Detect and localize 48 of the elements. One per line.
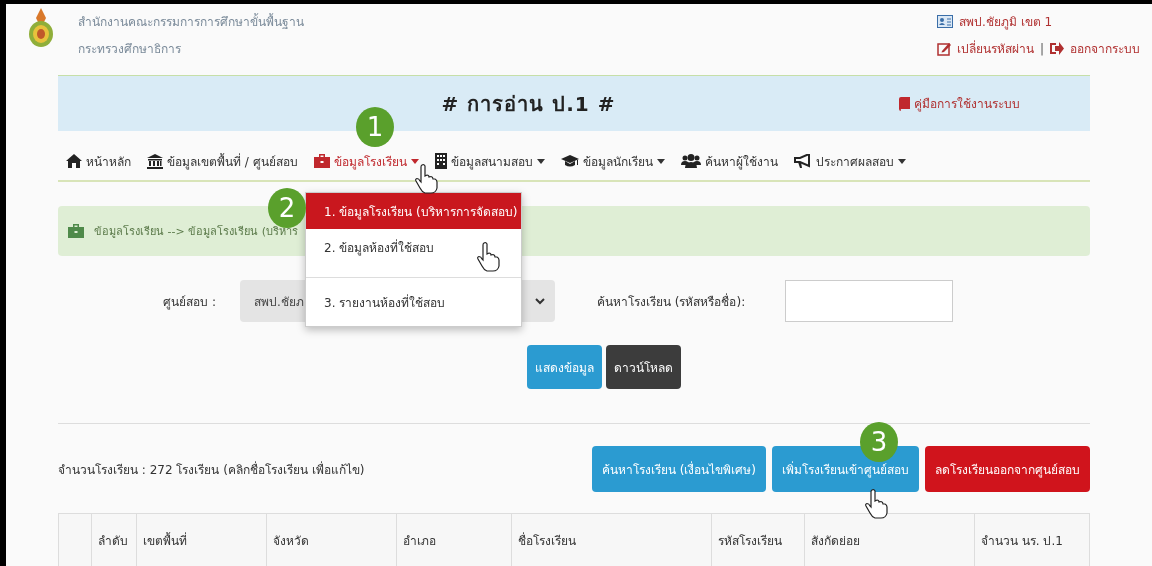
step-number: 3 xyxy=(860,422,898,462)
book-icon xyxy=(899,96,910,111)
nav-item[interactable]: ข้อมูลเขตพื้นที่ / ศูนย์สอบ xyxy=(147,151,298,171)
table-header-cell: รหัสโรงเรียน xyxy=(711,514,804,566)
manual-link[interactable]: คู่มือการใช้งานระบบ xyxy=(899,94,1020,113)
table-header-cell: จำนวน นร. ป.1 xyxy=(974,514,1091,566)
action-button[interactable]: ลดโรงเรียนออกจากศูนย์สอบ xyxy=(925,446,1090,492)
field-label: ศูนย์สอบ : xyxy=(162,293,216,311)
building-icon xyxy=(434,153,447,169)
logout-link[interactable]: ออกจากระบบ xyxy=(1070,39,1140,58)
chevron-down-icon xyxy=(535,297,545,305)
house-icon xyxy=(66,154,82,168)
nav-item[interactable]: ค้นหาผู้ใช้งาน xyxy=(680,151,778,171)
download-button[interactable]: ดาวน์โหลด xyxy=(606,345,681,389)
columns-building-icon xyxy=(147,153,163,169)
organization-name: กระทรวงศึกษาธิการ xyxy=(78,41,182,58)
hand-cursor-icon xyxy=(476,242,500,272)
table-header-cell: จังหวัด xyxy=(266,514,396,566)
graduation-cap-icon xyxy=(560,154,579,168)
nav-item[interactable]: ข้อมูลนักเรียน xyxy=(560,151,665,171)
edit-icon xyxy=(936,41,951,56)
logout-icon xyxy=(1050,42,1064,55)
table-header-cell: ลำดับ xyxy=(91,514,136,566)
table-header-cell: เขตพื้นที่ xyxy=(136,514,266,566)
user-name: สพป.ชัยภูมิ เขต 1 xyxy=(958,14,1053,31)
field-label: ค้นหาโรงเรียน (รหัสหรือชื่อ): xyxy=(597,292,746,311)
id-card-icon xyxy=(936,15,953,28)
emblem-logo xyxy=(28,8,54,48)
table-header-cell: อำเภอ xyxy=(396,514,511,566)
menu-item[interactable]: 1. ข้อมูลโรงเรียน (บริหารการจัดสอบ) xyxy=(306,193,521,229)
change-password-link[interactable]: เปลี่ยนรหัสผ่าน xyxy=(956,39,1034,58)
nav-item[interactable]: ประกาศผลสอบ xyxy=(793,151,906,171)
separator: | xyxy=(1039,41,1044,56)
step-number: 1 xyxy=(356,107,394,147)
people-icon xyxy=(680,154,701,168)
menu-item[interactable]: 2. ข้อมูลห้องที่ใช้สอบ xyxy=(306,229,521,265)
nav-item[interactable]: หน้าหลัก xyxy=(66,151,131,171)
school-count: จำนวนโรงเรียน : 272 โรงเรียน (คลิกชื่อโรงเรียน เพื่อแก้ไข) xyxy=(58,460,366,479)
megaphone-icon xyxy=(793,154,812,168)
nav-item[interactable]: ข้อมูลสนามสอบ xyxy=(434,151,545,171)
table-header-cell: ชื่อโรงเรียน xyxy=(511,514,711,566)
briefcase-icon xyxy=(313,154,330,168)
briefcase-icon xyxy=(68,224,84,238)
page-title: # การอ่าน ป.1 # xyxy=(440,90,617,118)
search-field[interactable] xyxy=(785,280,954,322)
menu-item[interactable]: 3. รายงานห้องที่ใช้สอบ xyxy=(306,284,521,320)
nav-item[interactable]: ข้อมูลโรงเรียน xyxy=(313,151,419,171)
organization-name: สำนักงานคณะกรรมการการศึกษาขั้นพื้นฐาน xyxy=(78,12,305,31)
